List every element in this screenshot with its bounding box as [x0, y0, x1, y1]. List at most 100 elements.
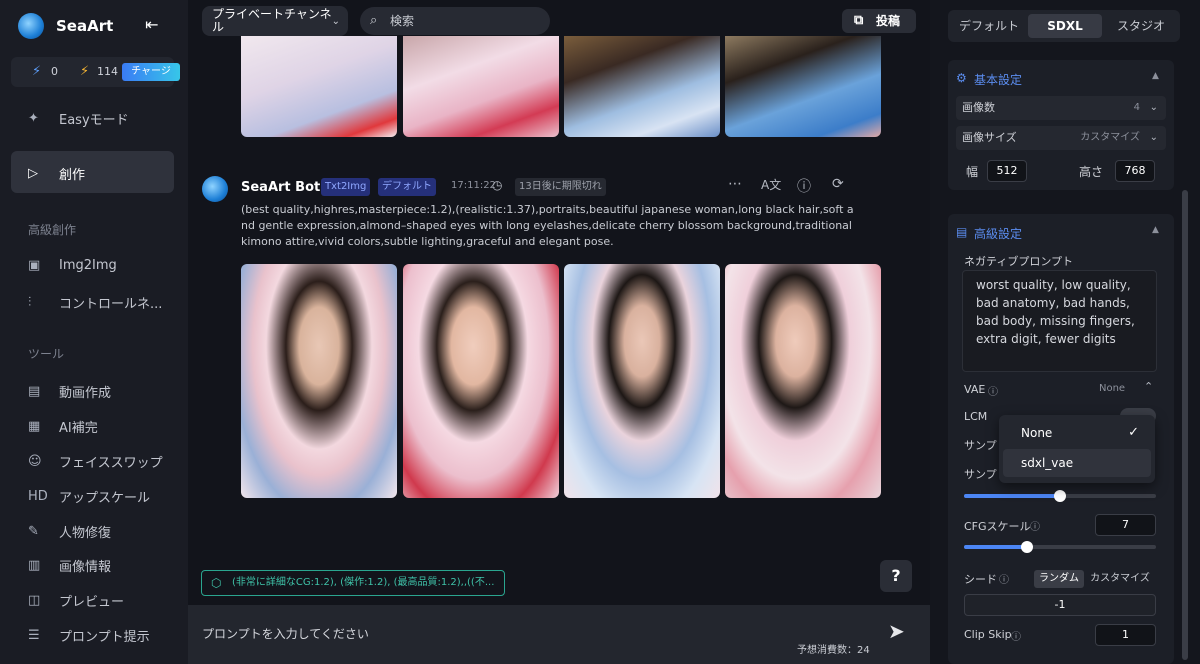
search-icon: ⌕ [370, 13, 378, 28]
vae-option-label: None [1021, 426, 1053, 440]
vae-value[interactable]: None [1099, 383, 1125, 394]
send-icon[interactable]: ➤ [888, 619, 905, 643]
charge-button[interactable]: チャージ [122, 63, 180, 81]
mode-tag: Txt2Img [321, 178, 371, 196]
previous-image-4[interactable] [725, 36, 881, 137]
sidebar-item-easy[interactable]: ✦ Easyモード [28, 109, 129, 128]
sidebar-item-upscale[interactable]: HD アップスケール [28, 487, 150, 506]
sidebar-item-image-info[interactable]: ▥ 画像情報 [28, 556, 111, 575]
lcm-label: LCM [964, 410, 988, 423]
image-size-label: 画像サイズ [962, 131, 1017, 144]
image-count-select[interactable]: 画像数 4 ⌄ [956, 96, 1166, 120]
book-icon: ▥ [28, 558, 41, 573]
collapse-icon[interactable]: ▲ [1152, 225, 1159, 235]
previous-image-3[interactable] [564, 36, 720, 137]
vae-option-sdxl[interactable]: sdxl_vae [1003, 449, 1151, 477]
bot-name: SeaArt Bot [241, 180, 321, 195]
tab-studio[interactable]: スタジオ [1104, 14, 1178, 38]
preview-icon: ◫ [28, 593, 41, 608]
generated-image-4[interactable] [725, 264, 881, 498]
sidebar-item-label: 画像情報 [59, 560, 112, 575]
channel-select[interactable]: プライベートチャンネル ⌄ [202, 6, 348, 36]
generated-image-3[interactable] [564, 264, 720, 498]
sidebar-item-faceswap[interactable]: ☺ フェイススワップ [28, 452, 163, 471]
advanced-icon: ▤ [956, 225, 968, 239]
width-input[interactable]: 512 [987, 160, 1027, 182]
image-size-select[interactable]: 画像サイズ カスタマイズ ⌄ [956, 126, 1166, 150]
sidebar-item-label: プロンプト提示 [59, 630, 150, 645]
sidebar-item-preview[interactable]: ◫ プレビュー [28, 591, 124, 610]
sidebar-item-label: プレビュー [59, 595, 125, 610]
credits-bar: ⚡ 0 ⚡ 114 チャージ [11, 57, 180, 87]
generated-image-2[interactable] [403, 264, 559, 498]
prompt-suggestion[interactable]: ⬡ (非常に詳細なCG:1.2), (傑作:1.2), (最高品質:1.2),,(… [201, 570, 505, 596]
seaart-logo[interactable] [18, 13, 44, 39]
chevron-down-icon: ⌄ [1149, 102, 1158, 113]
sidebar-item-label: 人物修復 [59, 526, 112, 541]
generated-image-1[interactable] [241, 264, 397, 498]
video-icon: ▤ [28, 384, 41, 399]
more-icon[interactable]: ⋯ [728, 176, 742, 192]
basic-settings-title: 基本設定 [974, 73, 1023, 87]
tab-sdxl[interactable]: SDXL [1028, 14, 1102, 38]
clip-skip-label: Clip Skip [964, 628, 1012, 641]
steps-slider-fill [964, 494, 1060, 498]
vae-option-label: sdxl_vae [1021, 456, 1074, 470]
sparkle-icon: ✦ [28, 111, 39, 126]
seed-custom-toggle[interactable]: カスタマイズ [1084, 570, 1156, 588]
negative-prompt-input[interactable]: worst quality, low quality, bad anatomy,… [962, 270, 1157, 372]
estimated-cost: 予想消費数：24 [797, 645, 870, 656]
clip-skip-input[interactable]: 1 [1095, 624, 1156, 646]
search-input[interactable]: ⌕ 検索 [360, 7, 550, 35]
sidebar-item-prompt-hint[interactable]: ☰ プロンプト提示 [28, 626, 150, 645]
section-tools: ツール [28, 347, 65, 361]
clock-icon: ◷ [492, 178, 503, 192]
sidebar-item-label: 動画作成 [59, 386, 112, 401]
cfg-info-icon: ⓘ [1030, 522, 1040, 533]
seed-random-toggle[interactable]: ランダム [1034, 570, 1084, 588]
brand-name: SeaArt [56, 17, 114, 35]
collapse-sidebar-icon[interactable]: ⇤ [145, 15, 158, 34]
cfg-input[interactable]: 7 [1095, 514, 1156, 536]
seed-info-icon: ⓘ [999, 575, 1009, 586]
sidebar-item-video[interactable]: ▤ 動画作成 [28, 382, 111, 401]
chevron-up-icon[interactable]: ⌃ [1144, 380, 1153, 393]
steps-slider[interactable] [964, 490, 1156, 502]
sidebar-item-create[interactable]: ▷ 創作 [28, 164, 85, 183]
steps-slider-knob[interactable] [1054, 490, 1066, 502]
tab-default[interactable]: デフォルト [952, 14, 1026, 38]
message-prompt: (best quality,highres,masterpiece:1.2),(… [241, 203, 854, 248]
sidebar-item-face-fix[interactable]: ✎ 人物修復 [28, 522, 111, 541]
collapse-icon[interactable]: ▲ [1152, 71, 1159, 81]
help-button[interactable]: ? [880, 560, 912, 592]
refresh-icon[interactable]: ⟳ [832, 176, 844, 192]
seed-input[interactable]: -1 [964, 594, 1156, 616]
credit-a: 0 [51, 65, 58, 78]
height-label: 高さ [1079, 165, 1104, 179]
list-icon: ☰ [28, 628, 40, 643]
sidebar-item-ai-inpaint[interactable]: ▦ AI補完 [28, 417, 98, 436]
sidebar-item-img2img[interactable]: ▣ Img2Img [28, 258, 117, 273]
previous-image-1[interactable] [241, 36, 397, 137]
advanced-settings-title: 高級設定 [974, 227, 1023, 241]
sidebar-item-label: Img2Img [59, 258, 117, 273]
vae-option-none[interactable]: None ✓ [1003, 419, 1151, 447]
post-button[interactable]: ⧉ 投稿 [842, 9, 916, 33]
previous-image-2[interactable] [403, 36, 559, 137]
vae-info-icon: ⓘ [988, 387, 998, 398]
image-size-value: カスタマイズ [1080, 132, 1140, 143]
width-label: 幅 [966, 165, 979, 179]
translate-icon[interactable]: A文 [761, 176, 781, 193]
height-input[interactable]: 768 [1115, 160, 1155, 182]
vae-dropdown: None ✓ sdxl_vae [999, 415, 1155, 483]
check-icon: ✓ [1128, 425, 1139, 440]
sliders-icon: ⫶ [28, 295, 32, 310]
sidebar-item-label: 創作 [59, 168, 86, 183]
prompt-input[interactable]: プロンプトを入力してください [202, 625, 369, 642]
sidebar-item-controlnet[interactable]: ⫶ コントロールネ... [28, 293, 162, 312]
settings-scrollbar[interactable] [1182, 190, 1188, 660]
cfg-slider[interactable] [964, 541, 1156, 553]
report-icon[interactable]: ⓘ [797, 176, 811, 196]
image-icon: ▣ [28, 258, 41, 273]
section-advanced: 高級創作 [28, 223, 77, 237]
